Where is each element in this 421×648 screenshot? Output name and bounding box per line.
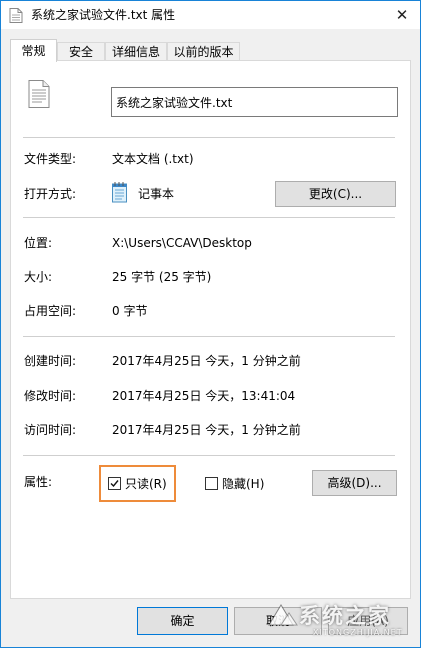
size-value: 25 字节 (25 字节) bbox=[112, 270, 212, 284]
watermark-subtext: XITONGZHIJIA.NET bbox=[313, 628, 403, 637]
created-value: 2017年4月25日 今天，1 分钟之前 bbox=[112, 354, 301, 368]
tab-general[interactable]: 常规 bbox=[10, 39, 57, 62]
divider bbox=[23, 217, 395, 218]
accessed-value: 2017年4月25日 今天，1 分钟之前 bbox=[112, 423, 301, 437]
opens-with-label: 打开方式: bbox=[24, 187, 77, 201]
window-title: 系统之家试验文件.txt 属性 bbox=[31, 8, 176, 22]
divider bbox=[23, 455, 395, 456]
file-type-label: 文件类型: bbox=[24, 152, 77, 166]
checkmark-icon bbox=[110, 480, 119, 488]
attributes-label: 属性: bbox=[24, 475, 53, 489]
close-button[interactable]: ✕ bbox=[390, 3, 414, 27]
tab-security[interactable]: 安全 bbox=[57, 42, 105, 61]
title-bar[interactable]: 系统之家试验文件.txt 属性 ✕ bbox=[1, 1, 420, 29]
hidden-checkbox[interactable] bbox=[205, 477, 218, 490]
divider bbox=[23, 137, 395, 138]
readonly-checkbox[interactable] bbox=[108, 477, 121, 490]
tab-previous-versions[interactable]: 以前的版本 bbox=[167, 42, 240, 61]
advanced-button[interactable]: 高级(D)... bbox=[312, 470, 397, 496]
file-name-input[interactable] bbox=[111, 87, 398, 117]
readonly-label[interactable]: 只读(R) bbox=[125, 477, 167, 491]
location-value: X:\Users\CCAV\Desktop bbox=[112, 236, 252, 250]
size-on-disk-value: 0 字节 bbox=[112, 304, 148, 318]
notepad-icon bbox=[112, 182, 127, 203]
size-on-disk-label: 占用空间: bbox=[24, 304, 77, 318]
location-label: 位置: bbox=[24, 236, 53, 250]
divider bbox=[23, 336, 395, 337]
opens-with-value: 记事本 bbox=[138, 187, 175, 201]
size-label: 大小: bbox=[24, 270, 53, 284]
ok-button[interactable]: 确定 bbox=[137, 607, 228, 635]
watermark-text: 系统之家 bbox=[299, 604, 391, 628]
file-type-value: 文本文档 (.txt) bbox=[112, 152, 194, 166]
tab-details[interactable]: 详细信息 bbox=[105, 42, 167, 61]
accessed-label: 访问时间: bbox=[24, 423, 77, 437]
modified-label: 修改时间: bbox=[24, 389, 77, 403]
modified-value: 2017年4月25日 今天，13:41:04 bbox=[112, 389, 296, 403]
created-label: 创建时间: bbox=[24, 354, 77, 368]
text-file-icon bbox=[28, 80, 50, 108]
file-icon bbox=[9, 8, 23, 23]
hidden-label[interactable]: 隐藏(H) bbox=[222, 477, 264, 491]
general-panel: 文件类型: 文本文档 (.txt) 打开方式: 记事本 更改(C)... 位置:… bbox=[10, 60, 411, 599]
close-icon: ✕ bbox=[395, 6, 409, 24]
properties-window: 系统之家试验文件.txt 属性 ✕ 常规 安全 详细信息 以前的版本 文件类型:… bbox=[0, 0, 421, 648]
change-button[interactable]: 更改(C)... bbox=[275, 181, 396, 207]
